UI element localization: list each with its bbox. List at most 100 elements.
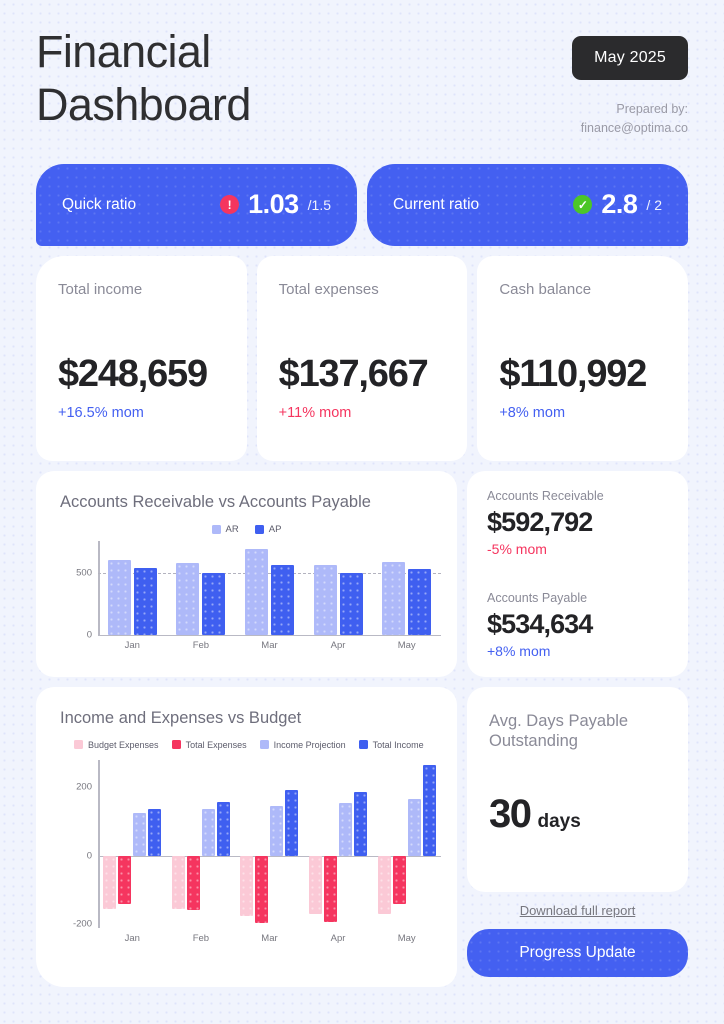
progress-update-button[interactable]: Progress Update xyxy=(467,928,688,977)
bar[interactable] xyxy=(408,568,432,635)
bar[interactable] xyxy=(382,561,406,635)
accounts-payable-delta: +8% mom xyxy=(487,642,551,659)
legend-item: Budget Expenses xyxy=(74,740,159,750)
accounts-receivable-delta: -5% mom xyxy=(487,540,547,557)
bar-group xyxy=(167,541,236,635)
bar-slot xyxy=(201,760,215,928)
prepared-by: Prepared by: finance@optima.co xyxy=(572,100,688,138)
bar-group xyxy=(304,760,373,928)
current-ratio-card[interactable]: Current ratio ✓ 2.8 / 2 xyxy=(367,163,688,246)
legend-label: Income Projection xyxy=(273,739,346,750)
y-axis-tick-label: 200 xyxy=(76,781,92,793)
bar[interactable] xyxy=(309,855,323,915)
bar-slot xyxy=(354,760,368,928)
bar[interactable] xyxy=(240,855,254,916)
y-axis-tick-label: 0 xyxy=(86,850,92,861)
bar[interactable] xyxy=(133,567,157,635)
bar[interactable] xyxy=(270,805,284,856)
legend-item: AR xyxy=(211,523,239,535)
ar-ap-chart-panel: Accounts Receivable vs Accounts Payable … xyxy=(36,470,457,677)
bar[interactable] xyxy=(107,560,131,635)
dpo-value: 30 xyxy=(489,791,532,836)
kpi-value: $137,667 xyxy=(278,352,429,395)
bar[interactable] xyxy=(392,855,406,905)
accounts-payable-label: Accounts Payable xyxy=(487,590,588,605)
quick-ratio-card[interactable]: Quick ratio ! 1.03 /1.5 xyxy=(36,163,357,246)
bar[interactable] xyxy=(255,855,269,924)
accounts-payable-value: $534,634 xyxy=(487,608,593,639)
page-title-line-2: Dashboard xyxy=(36,78,251,130)
legend-item: Income Projection xyxy=(259,739,346,750)
bar[interactable] xyxy=(103,855,117,909)
bar-groups xyxy=(98,760,441,928)
bar[interactable] xyxy=(216,801,230,856)
prepared-by-label: Prepared by: xyxy=(616,102,688,116)
kpi-card-total-expenses[interactable]: Total expenses $137,667 +11% mom xyxy=(256,255,468,461)
current-ratio-target: / 2 xyxy=(646,196,662,213)
x-axis-tick-label: Feb xyxy=(192,932,210,944)
download-full-report-link[interactable]: Download full report xyxy=(520,903,636,918)
bar-slot xyxy=(382,541,406,635)
kpi-card-total-income[interactable]: Total income $248,659 +16.5% mom xyxy=(36,255,247,461)
bar-slot xyxy=(313,541,337,635)
bar-slot xyxy=(339,760,353,928)
bar-slot xyxy=(255,760,269,928)
bar[interactable] xyxy=(118,855,132,904)
kpi-label: Total expenses xyxy=(278,280,379,298)
income-budget-bar-chart: -200 0 200 xyxy=(73,759,441,930)
date-badge[interactable]: May 2025 xyxy=(572,36,688,80)
bar[interactable] xyxy=(176,562,200,635)
kpi-card-cash-balance[interactable]: Cash balance $110,992 +8% mom xyxy=(477,255,689,461)
bar[interactable] xyxy=(377,855,391,915)
bar[interactable] xyxy=(244,549,268,635)
x-axis-tick-label: Mar xyxy=(261,932,278,944)
current-ratio-value: 2.8 xyxy=(601,189,638,219)
bar-slot xyxy=(133,760,147,928)
header-meta: May 2025 Prepared by: finance@optima.co xyxy=(572,26,688,138)
bar-slot xyxy=(422,760,436,928)
bar[interactable] xyxy=(407,798,421,856)
bar[interactable] xyxy=(171,855,185,909)
accounts-receivable-label: Accounts Receivable xyxy=(487,488,604,503)
legend-label: AR xyxy=(225,523,239,535)
y-axis-tick-label: -200 xyxy=(72,918,92,930)
accounts-receivable-block: Accounts Receivable $592,792 -5% mom xyxy=(487,489,668,557)
bar-slot xyxy=(309,760,323,928)
kpi-delta: +8% mom xyxy=(499,404,566,421)
bar[interactable] xyxy=(202,572,226,635)
bar[interactable] xyxy=(148,809,162,856)
ar-ap-row: Accounts Receivable vs Accounts Payable … xyxy=(36,470,688,677)
bar-slot xyxy=(408,541,432,635)
bar-group xyxy=(372,760,441,928)
quick-ratio-label: Quick ratio xyxy=(62,195,137,213)
quick-ratio-target: /1.5 xyxy=(307,196,331,213)
current-ratio-value-group: ✓ 2.8 / 2 xyxy=(573,189,662,220)
bar-slot xyxy=(407,760,421,928)
bar[interactable] xyxy=(313,565,337,635)
legend-item: Total Income xyxy=(358,740,424,750)
bar[interactable] xyxy=(201,809,215,856)
dpo-value-group: 30 days xyxy=(489,792,666,837)
y-axis-tick-label: 500 xyxy=(76,567,92,579)
income-budget-row: Income and Expenses vs Budget Budget Exp… xyxy=(36,686,688,987)
ar-ap-bar-chart: 0 500 xyxy=(76,540,441,640)
bar[interactable] xyxy=(422,764,436,856)
bar[interactable] xyxy=(133,812,147,856)
page-header: Financial Dashboard May 2025 Prepared by… xyxy=(36,0,688,138)
income-budget-x-axis-labels: Jan Feb Mar Apr May xyxy=(98,933,441,944)
bar[interactable] xyxy=(270,565,294,635)
bar[interactable] xyxy=(339,803,353,856)
quick-ratio-value: 1.03 xyxy=(248,189,299,219)
bar-group xyxy=(167,760,236,928)
legend-swatch-icon xyxy=(211,524,221,534)
page-title-line-1: Financial xyxy=(36,26,211,77)
bar[interactable] xyxy=(285,790,299,856)
ratio-card-row: Quick ratio ! 1.03 /1.5 Current ratio ✓ … xyxy=(36,163,688,246)
bar[interactable] xyxy=(339,572,363,635)
bar-slot xyxy=(244,541,268,635)
bar[interactable] xyxy=(354,792,368,856)
bar[interactable] xyxy=(324,855,338,923)
x-axis-tick-label: May xyxy=(397,932,416,944)
bar[interactable] xyxy=(186,855,200,911)
kpi-card-row: Total income $248,659 +16.5% mom Total e… xyxy=(36,255,689,461)
